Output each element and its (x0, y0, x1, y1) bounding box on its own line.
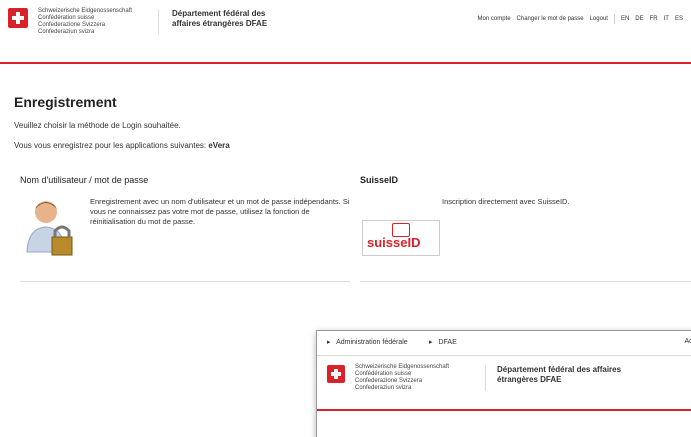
overlay-confederation-text: Schweizerische Eidgenossenschaft Confédé… (355, 364, 449, 392)
overlay-redline (317, 409, 691, 411)
suisseid-button[interactable]: suisseID (362, 220, 440, 256)
header-separator (158, 10, 159, 34)
change-password-link[interactable]: Changer le mot de passe (517, 16, 584, 22)
language-separator (613, 14, 615, 24)
overlay-right-text: Ad (684, 338, 691, 345)
confederation-line: Confederaziun svizra (355, 385, 412, 391)
breadcrumb-admin-label: Administration fédérale (336, 339, 408, 346)
breadcrumb-dfae-label: DFAE (438, 339, 457, 346)
header: Schweizerische Eidgenossenschaft Confédé… (0, 0, 691, 62)
confederation-line: Confédération suisse (355, 371, 412, 377)
confederation-line: Confederaziun svizra (38, 29, 95, 35)
department-name: Département fédéral des affaires étrangè… (172, 9, 268, 28)
username-column: Nom d'utilisateur / mot de passe (20, 175, 148, 195)
chevron-right-icon: ▸ (429, 339, 433, 346)
intro-text: Veuillez choisir la méthode de Login sou… (14, 121, 181, 130)
page: Schweizerische Eidgenossenschaft Confédé… (0, 0, 691, 437)
user-lock-icon[interactable] (24, 197, 74, 259)
right-divider (360, 281, 691, 282)
confederation-line: Schweizerische Eidgenossenschaft (38, 8, 133, 14)
lang-fr[interactable]: FR (650, 16, 658, 22)
top-links: Mon compte Changer le mot de passe Logou… (478, 14, 683, 24)
confederation-line: Confederazione Svizzera (38, 22, 106, 28)
my-account-link[interactable]: Mon compte (478, 16, 511, 22)
overlay-window: ▸ Administration fédérale ▸ DFAE Ad Schw… (316, 330, 691, 437)
left-divider (20, 281, 350, 282)
suisseid-logo-text: suisseID (367, 235, 421, 250)
lang-es[interactable]: ES (675, 16, 683, 22)
confederation-line: Confederazione Svizzera (355, 378, 423, 384)
page-title: Enregistrement (14, 94, 117, 110)
overlay-swiss-cross-logo (327, 365, 345, 383)
suisseid-heading: SuisseID (360, 175, 399, 185)
username-heading: Nom d'utilisateur / mot de passe (20, 175, 149, 185)
apps-text: Vous vous enregistrez pour les applicati… (14, 141, 230, 150)
suisseid-description: Inscription directement avec SuisseID. (442, 197, 570, 206)
confederation-line: Schweizerische Eidgenossenschaft (355, 364, 450, 370)
overlay-breadcrumb: ▸ Administration fédérale ▸ DFAE Ad (317, 331, 691, 356)
breadcrumb-admin[interactable]: ▸ Administration fédérale (327, 338, 408, 346)
confederation-text: Schweizerische Eidgenossenschaft Confédé… (38, 8, 132, 36)
apps-prefix: Vous vous enregistrez pour les applicati… (14, 141, 207, 150)
username-description: Enregistrement avec un nom d'utilisateur… (90, 197, 350, 226)
breadcrumb-dfae[interactable]: ▸ DFAE (429, 338, 457, 346)
lang-en[interactable]: EN (621, 16, 629, 22)
header-redline (0, 62, 691, 64)
apps-name: eVera (208, 141, 230, 150)
lang-it[interactable]: IT (664, 16, 669, 22)
overlay-separator (485, 365, 486, 391)
logout-link[interactable]: Logout (590, 16, 608, 22)
chevron-right-icon: ▸ (327, 339, 331, 346)
confederation-line: Confédération suisse (38, 15, 95, 21)
overlay-department-name: Département fédéral des affaires étrangè… (497, 365, 622, 384)
swiss-cross-logo (8, 8, 28, 28)
lang-de[interactable]: DE (635, 16, 643, 22)
